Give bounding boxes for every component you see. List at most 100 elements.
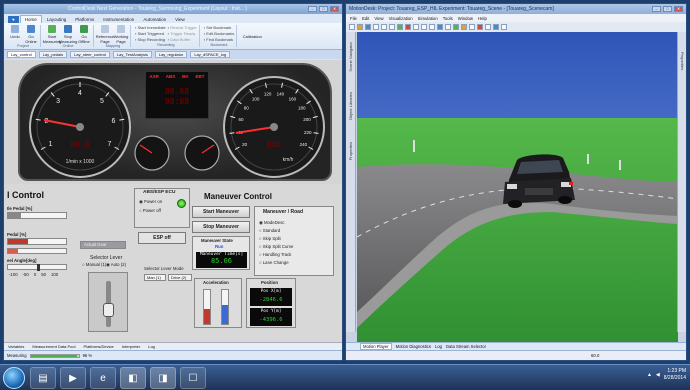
open-icon[interactable]	[357, 24, 363, 30]
camera-icon[interactable]	[413, 24, 419, 30]
road-option[interactable]: ○ Skip Split Curve	[259, 244, 293, 249]
find-bookmark-button[interactable]: Find Bookmark	[204, 37, 235, 42]
controldesk-taskbar-icon[interactable]: ◧	[120, 367, 146, 389]
calibration-button[interactable]: Calibration	[241, 34, 263, 39]
help-icon[interactable]	[501, 24, 507, 30]
data-buffer-button[interactable]: Data Buffer	[168, 37, 197, 42]
pedal1-slider[interactable]	[7, 212, 67, 219]
road-option[interactable]: ○ Skip Split	[259, 236, 281, 241]
object-libraries-tab[interactable]: Object Libraries	[348, 92, 353, 120]
light-icon[interactable]	[453, 24, 459, 30]
layout-tab[interactable]: Lay_steer_control	[70, 51, 110, 58]
3d-scene-view[interactable]	[357, 32, 678, 348]
menu-tools[interactable]: Tools	[443, 16, 453, 21]
go-online-button[interactable]: Go Online	[24, 25, 38, 44]
close-button[interactable]: ✕	[674, 6, 683, 12]
menu-simulation[interactable]: Simulation	[418, 16, 438, 21]
power-off-radio[interactable]: ○ Power off	[139, 208, 161, 213]
road-option[interactable]: ◉ ModeDesc	[259, 220, 285, 226]
minimize-button[interactable]: –	[308, 6, 317, 12]
folder-icon[interactable]: ▤	[30, 367, 56, 389]
road-option[interactable]: ○ Standard	[259, 228, 280, 233]
set-bookmark-button[interactable]: Set Bookmark	[204, 25, 235, 30]
tab-platforms[interactable]: Platforms	[71, 16, 98, 23]
minimize-button[interactable]: –	[652, 6, 661, 12]
selector-lever-gate[interactable]	[88, 272, 128, 332]
view-icon[interactable]	[437, 24, 443, 30]
clock[interactable]: 1:23 PM 8/28/2014	[664, 368, 686, 382]
start-button[interactable]	[3, 367, 25, 389]
close-button[interactable]: ✕	[330, 6, 339, 12]
bottom-tab[interactable]: Log	[148, 344, 155, 349]
motiondesk-titlebar[interactable]: MotionDesk: Project: Touareg_ESP_HIL Exp…	[346, 4, 686, 14]
scene-navigator-tab[interactable]: Scene Navigator	[348, 42, 353, 72]
grid-icon[interactable]	[429, 24, 435, 30]
road-option[interactable]: ○ Lane Change	[259, 260, 289, 265]
trigger-ready-button[interactable]: Trigger Ready	[168, 31, 197, 36]
data-stream-selector-tab[interactable]: Data Stream Selector	[446, 344, 486, 349]
maximize-button[interactable]: □	[663, 6, 672, 12]
paste-icon[interactable]	[389, 24, 395, 30]
edit-bookmarks-button[interactable]: Edit Bookmarks	[204, 31, 234, 36]
manual-radio[interactable]: ○ Manual (1)	[82, 262, 106, 267]
bottom-tab[interactable]: Measurement Data Pool	[32, 344, 75, 349]
tab-instrumentation[interactable]: Instrumentation	[99, 16, 138, 23]
zoom-icon[interactable]	[445, 24, 451, 30]
properties-tab[interactable]: Properties	[348, 142, 353, 160]
stop-measuring-button[interactable]: Stop Measuring	[59, 25, 77, 44]
start-measuring-button[interactable]: Start Measuring	[43, 25, 61, 44]
tool-icon[interactable]	[485, 24, 491, 30]
power-on-radio[interactable]: ◉ Power on	[139, 199, 162, 205]
motion-player-tab[interactable]: Motion Player	[360, 343, 392, 350]
bottom-tab[interactable]: Variables	[8, 344, 24, 349]
tool-icon[interactable]	[469, 24, 475, 30]
reference-page-button[interactable]: Reference Page	[96, 25, 114, 44]
esp-off-button[interactable]: ESP off	[138, 232, 186, 244]
play-icon[interactable]	[397, 24, 403, 30]
layout-tab[interactable]: Lay_control	[7, 51, 36, 58]
layout-tab[interactable]: Lay_dSPACE_log	[190, 51, 231, 58]
log-tab[interactable]: Log	[435, 344, 442, 349]
bottom-tab[interactable]: Platforms/Device	[84, 344, 114, 349]
menu-edit[interactable]: Edit	[362, 16, 369, 21]
cut-icon[interactable]	[373, 24, 379, 30]
menu-help[interactable]: Help	[478, 16, 487, 21]
tool-icon[interactable]	[493, 24, 499, 30]
working-page-button[interactable]: Working Page	[114, 25, 128, 44]
tab-automation[interactable]: Automation	[139, 16, 170, 23]
tab-layouting[interactable]: Layouting	[43, 16, 71, 23]
application-menu-button[interactable]: ●	[8, 16, 19, 23]
bottom-tab[interactable]: Interpreter	[122, 344, 140, 349]
menu-visualization[interactable]: Visualization	[389, 16, 413, 21]
explorer-icon[interactable]: ☐	[180, 367, 206, 389]
steer-slider[interactable]	[7, 264, 67, 271]
browser-icon[interactable]: e	[90, 367, 116, 389]
media-player-icon[interactable]: ▶	[60, 367, 86, 389]
properties-tab-right[interactable]: Properties	[680, 52, 685, 70]
start-immediate-button[interactable]: Start Immediate	[135, 25, 166, 30]
new-icon[interactable]	[349, 24, 355, 30]
stop-icon[interactable]	[405, 24, 411, 30]
layout-tab[interactable]: Lay_pedals	[38, 51, 68, 58]
grid-icon[interactable]	[421, 24, 427, 30]
menu-view[interactable]: View	[374, 16, 383, 21]
copy-icon[interactable]	[381, 24, 387, 30]
stop-maneuver-button[interactable]: Stop Maneuver	[192, 221, 250, 233]
maximize-button[interactable]: □	[319, 6, 328, 12]
stop-recording-button[interactable]: Stop Recording	[135, 37, 166, 42]
record-icon[interactable]	[477, 24, 483, 30]
menu-file[interactable]: File	[350, 16, 357, 21]
restart-trigger-button[interactable]: Restart Trigger	[168, 25, 196, 30]
selector-knob[interactable]	[103, 303, 114, 317]
undo-button[interactable]: Undo	[8, 25, 22, 44]
tool-icon[interactable]	[461, 24, 467, 30]
layout-tab[interactable]: Lay_regulator	[154, 51, 188, 58]
network-icon[interactable]: ▲	[647, 372, 652, 378]
auto-radio[interactable]: ◉ Auto (2)	[106, 262, 126, 268]
tab-view[interactable]: View	[171, 16, 189, 23]
controldesk-titlebar[interactable]: ControlDesk Next Generation - Touareg_Sa…	[4, 4, 342, 14]
mode-man-option[interactable]: Man (1)	[144, 274, 166, 281]
menu-window[interactable]: Window	[458, 16, 473, 21]
pedal2-slider[interactable]	[7, 238, 67, 245]
road-option[interactable]: ○ Handling Track	[259, 252, 291, 257]
